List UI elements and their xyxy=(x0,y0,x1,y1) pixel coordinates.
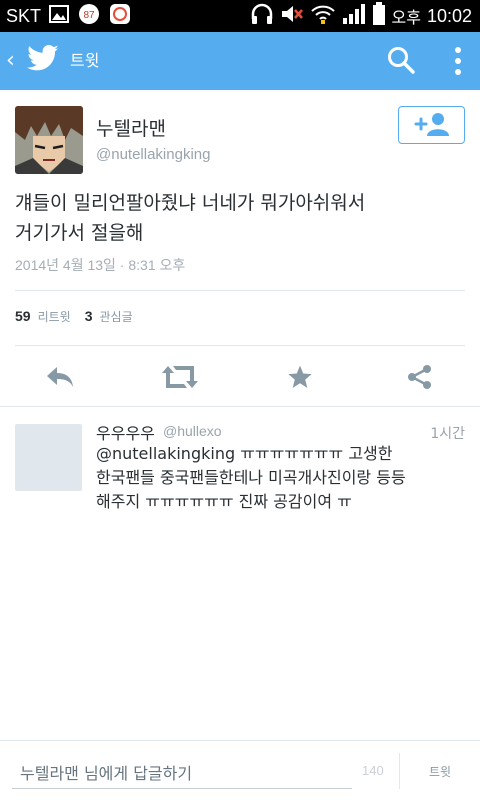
divider xyxy=(0,406,480,407)
reply-timestamp: 1시간 xyxy=(430,426,465,442)
char-counter: 140 xyxy=(362,763,384,778)
mute-icon xyxy=(280,3,304,29)
reply-text-line: 한국팬들 중국팬들한테나 미곡개사진이랑 등등 xyxy=(96,468,406,487)
share-icon[interactable] xyxy=(402,360,438,394)
gallery-icon xyxy=(49,5,70,27)
status-bar-left: SKT 87 xyxy=(6,0,131,32)
screen-title: 트윗 xyxy=(70,51,100,70)
action-bar: ‹ 트윗 xyxy=(0,32,480,90)
reply-text: @nutellakingking ㅠㅠㅠㅠㅠㅠㅠ 고생한 한국팬들 중국팬들한테… xyxy=(96,442,468,514)
send-tweet-button[interactable]: 트윗 xyxy=(404,753,476,789)
reply-avatar[interactable] xyxy=(15,424,82,491)
add-user-icon xyxy=(414,112,449,136)
twitter-bird-icon[interactable] xyxy=(26,44,60,78)
tweet-date: 2014년 4월 13일 · 8:31 오후 xyxy=(15,257,186,273)
headphones-icon xyxy=(250,3,274,29)
tweet-actions xyxy=(0,360,480,394)
back-chevron-icon[interactable]: ‹ xyxy=(6,48,15,74)
reply-author-handle[interactable]: @hullexo xyxy=(163,423,222,439)
favorite-count[interactable]: 3 xyxy=(85,308,93,324)
retweet-count[interactable]: 59 xyxy=(15,308,31,324)
reply-text-line: 해주지 ㅠㅠㅠㅠㅠㅠ 진짜 공감이여 ㅠ xyxy=(96,492,352,511)
divider xyxy=(15,345,465,346)
app-notification-icon xyxy=(109,3,131,29)
author-avatar[interactable] xyxy=(15,106,83,174)
tweet-stats: 59 리트윗 3 관심글 xyxy=(15,308,147,330)
status-time: 10:02 xyxy=(426,5,472,26)
signal-icon xyxy=(342,3,366,29)
status-bar: SKT 87 오후 10:02 xyxy=(0,0,480,32)
overflow-menu-icon[interactable] xyxy=(450,45,466,77)
tweet-text: 걔들이 밀리언팔아줬냐 너네가 뭐가아쉬워서 거기가서 절을해 xyxy=(15,188,470,248)
retweet-label[interactable]: 리트윗 xyxy=(38,308,71,325)
compose-divider xyxy=(399,753,400,789)
wifi-icon xyxy=(310,3,336,29)
reply-compose-bar: 140 트윗 xyxy=(0,740,480,800)
reply-text-line: @nutellakingking ㅠㅠㅠㅠㅠㅠㅠ 고생한 xyxy=(96,444,393,463)
favorite-star-icon[interactable] xyxy=(282,360,318,394)
author-handle[interactable]: @nutellakingking xyxy=(96,146,210,163)
divider xyxy=(15,290,465,291)
search-icon[interactable] xyxy=(386,45,416,79)
favorite-label[interactable]: 관심글 xyxy=(100,308,133,325)
reply-input[interactable] xyxy=(12,759,352,789)
retweet-icon[interactable] xyxy=(162,360,198,394)
badge-count: 87 xyxy=(83,10,95,21)
carrier-label: SKT xyxy=(6,5,42,26)
status-bar-right: 오후 10:02 xyxy=(250,0,472,32)
battery-icon xyxy=(372,2,386,30)
notification-badge-icon: 87 xyxy=(77,3,101,29)
tweet-text-line: 걔들이 밀리언팔아줬냐 너네가 뭐가아쉬워서 xyxy=(15,192,366,214)
reply-author-name[interactable]: 우우우우 xyxy=(96,420,155,444)
author-name[interactable]: 누텔라맨 xyxy=(96,114,166,141)
status-ampm: 오후 xyxy=(391,8,421,27)
follow-button[interactable] xyxy=(398,106,465,144)
tweet-text-line: 거기가서 절을해 xyxy=(15,222,144,244)
reply-icon[interactable] xyxy=(42,360,78,394)
